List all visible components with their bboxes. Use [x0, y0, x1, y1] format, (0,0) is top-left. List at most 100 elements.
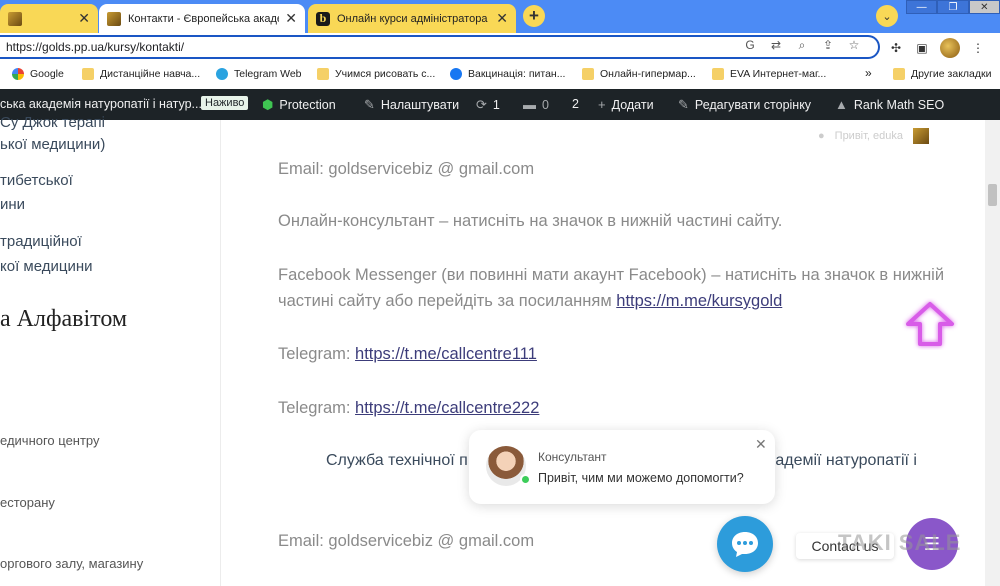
facebook-line-2: частині сайту або перейдіть за посилання…: [278, 292, 783, 310]
bookmark-star-icon[interactable]: ☆: [846, 38, 862, 53]
close-icon[interactable]: ✕: [496, 10, 508, 27]
facebook-line-1: Facebook Messenger (ви повинні мати акау…: [278, 266, 945, 284]
gold-icon: [8, 11, 22, 26]
bookmark-other[interactable]: Другие закладки: [893, 68, 991, 80]
email-line: Email: goldservicebiz @ gmail.com: [278, 160, 535, 178]
gold-icon: [107, 11, 121, 26]
folder-icon: [712, 68, 724, 80]
facebook-messenger-link[interactable]: https://m.me/kursygold: [616, 292, 782, 310]
main-content: Email: goldservicebiz @ gmail.com Онлайн…: [278, 120, 968, 586]
shield-icon: ⬢: [262, 97, 274, 112]
adminbar-comments[interactable]: ▬ 0: [523, 97, 549, 112]
folder-icon: [317, 68, 329, 80]
header-greeting[interactable]: Привіт, eduka: [835, 130, 903, 142]
refresh-icon: ⟳: [476, 97, 487, 112]
extensions-area: ✣ ▣ ⋮: [888, 38, 986, 58]
sidebar-heading-alphabet: а Алфавітом: [0, 306, 128, 332]
minimize-icon[interactable]: —: [906, 0, 938, 14]
scroll-to-top-arrow-icon[interactable]: [902, 298, 958, 350]
profile-avatar[interactable]: [940, 38, 960, 58]
tab-2-active[interactable]: Контакти - Європейська академ ✕: [99, 4, 305, 33]
bookmark-hypermarket[interactable]: Онлайн-гипермар...: [582, 68, 696, 80]
google-icon: [12, 68, 24, 80]
adminbar-site-name[interactable]: ська академія натуропатії і натур...: [0, 97, 202, 111]
adminbar-edit-page[interactable]: ✎ Редагувати сторінку: [678, 97, 811, 113]
tab-search-button[interactable]: ⌄: [876, 5, 898, 27]
facebook-icon: [450, 68, 462, 80]
adminbar-add-new[interactable]: + Додати: [598, 97, 654, 112]
kebab-menu-icon[interactable]: ⋮: [970, 41, 986, 55]
window-close-icon[interactable]: ✕: [968, 0, 1000, 14]
chat-popup[interactable]: Консультант Привіт, чим ми можемо допомо…: [469, 430, 775, 504]
zoom-icon[interactable]: ⌕: [794, 38, 810, 53]
adminbar-live-badge: Наживо: [201, 96, 249, 110]
adminbar-updates[interactable]: ⟳ 1: [476, 97, 500, 113]
consultant-name: Консультант: [538, 450, 607, 464]
window-controls: — ❐ ✕: [906, 0, 1000, 14]
header-search-icon[interactable]: ●: [818, 130, 825, 142]
new-tab-button[interactable]: +: [523, 5, 545, 27]
telegram-link-2[interactable]: https://t.me/callcentre222: [355, 399, 539, 417]
google-lens-icon[interactable]: G: [742, 38, 758, 53]
share-icon[interactable]: ⇪: [820, 38, 836, 53]
consultant-line: Онлайн-консультант – натисніть на значок…: [278, 212, 783, 230]
chat-open-button[interactable]: [717, 516, 773, 572]
sidebar-link-su-jok[interactable]: Су Джок терапі: [0, 114, 105, 131]
sidebar-link-traditional-2[interactable]: кої медицини: [0, 258, 93, 275]
page-body: Су Джок терапі ької медицини) тибетської…: [0, 114, 1000, 586]
chat-bubble-icon: [732, 532, 758, 557]
sidebar-link-tibetan[interactable]: тибетської: [0, 172, 73, 189]
adminbar-rank-math[interactable]: ▲ Rank Math SEO: [835, 97, 944, 112]
user-avatar[interactable]: [913, 128, 930, 144]
tab-3[interactable]: b Онлайн курси адміністратора а ✕: [308, 4, 516, 33]
bookmark-distance[interactable]: Дистанційне навча...: [82, 68, 200, 80]
tab-3-title: Онлайн курси адміністратора а: [337, 12, 491, 25]
bookmark-eva[interactable]: EVA Интернет-маг...: [712, 68, 826, 80]
close-icon[interactable]: ✕: [78, 10, 90, 27]
tab-1[interactable]: ✕: [0, 4, 98, 33]
adminbar-protection[interactable]: ⬢ Protection: [262, 97, 336, 113]
comment-icon: ▬: [523, 97, 536, 112]
wp-admin-bar: ська академія натуропатії і натур... Наж…: [0, 89, 1000, 120]
telegram-line-1: Telegram: https://t.me/callcentre111: [278, 345, 537, 363]
sidebar-menu: Су Джок терапі ької медицини) тибетської…: [0, 114, 221, 586]
bookmark-draw[interactable]: Учимся рисовать с...: [317, 68, 435, 80]
support-service-heading-right: кадемії натуропатії і: [768, 452, 917, 469]
bookmark-vaccination[interactable]: Вакцинація: питан...: [450, 68, 565, 80]
folder-icon: [82, 68, 94, 80]
tab-2-title: Контакти - Європейська академ: [128, 12, 280, 25]
watermark-text: TAKI SALE: [838, 530, 962, 555]
adminbar-customize[interactable]: ✎ Налаштувати: [364, 97, 459, 113]
tab-strip: ✕ Контакти - Європейська академ ✕ b Онла…: [0, 0, 1000, 33]
sidebar-link-tibetan-2[interactable]: ини: [0, 196, 25, 213]
sidebar-link-traditional[interactable]: традиційної: [0, 233, 82, 250]
plus-icon: +: [598, 97, 606, 112]
scrollbar-thumb[interactable]: [988, 184, 997, 206]
online-status-dot: [520, 474, 531, 485]
telegram-line-2: Telegram: https://t.me/callcentre222: [278, 399, 540, 417]
extensions-puzzle-icon[interactable]: ✣: [888, 41, 904, 55]
close-icon[interactable]: ✕: [285, 10, 297, 27]
restore-icon[interactable]: ❐: [937, 0, 969, 14]
b-icon: b: [316, 11, 330, 26]
folder-icon: [893, 68, 905, 80]
browser-window: ✕ Контакти - Європейська академ ✕ b Онла…: [0, 0, 1000, 586]
sidebar-link-shop[interactable]: оргового залу, магазину: [0, 556, 143, 571]
translate-icon[interactable]: ⇄: [768, 38, 784, 53]
chat-greeting-message: Привіт, чим ми можемо допомогти?: [538, 471, 744, 485]
url-text[interactable]: https://golds.pp.ua/kursy/kontakti/: [6, 40, 184, 54]
telegram-link-1[interactable]: https://t.me/callcentre111: [355, 345, 537, 363]
sidebar-link-su-jok-2[interactable]: ької медицини): [0, 136, 105, 153]
email-line-2: Email: goldservicebiz @ gmail.com: [278, 532, 535, 550]
side-panel-icon[interactable]: ▣: [914, 41, 930, 55]
bookmark-telegram[interactable]: Telegram Web: [216, 68, 302, 80]
bookmark-google[interactable]: Google: [12, 68, 64, 80]
folder-icon: [582, 68, 594, 80]
chat-close-icon[interactable]: ✕: [755, 436, 767, 453]
support-service-heading-left: Служба технічної п: [326, 452, 468, 469]
sidebar-link-restaurant[interactable]: есторану: [0, 495, 55, 510]
sidebar-link-medical-center[interactable]: едичного центру: [0, 433, 100, 448]
bookmarks-overflow-button[interactable]: »: [865, 66, 872, 80]
adminbar-extra-count[interactable]: 2: [572, 97, 579, 111]
omnibox-icons: G ⇄ ⌕ ⇪ ☆: [742, 38, 862, 53]
